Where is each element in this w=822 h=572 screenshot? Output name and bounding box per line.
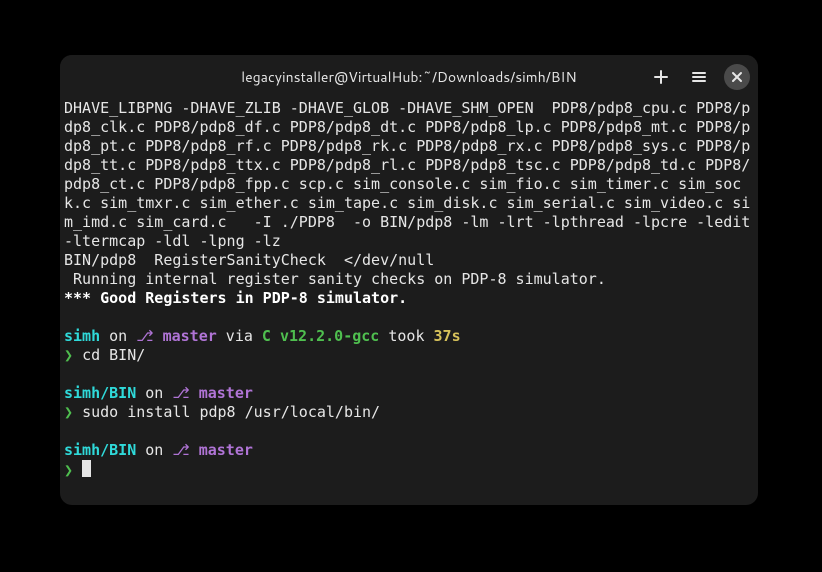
sanity-line-2: Running internal register sanity checks … bbox=[64, 270, 606, 288]
prompt1-via: via bbox=[217, 327, 262, 345]
prompt2-on: on bbox=[136, 384, 172, 402]
prompt1-dir: simh bbox=[64, 327, 100, 345]
prompt1-lang: C v12.2.0-gcc bbox=[262, 327, 379, 345]
new-tab-button[interactable] bbox=[648, 64, 674, 90]
prompt2-symbol: ❯ bbox=[64, 403, 82, 421]
prompt1-command: cd BIN/ bbox=[82, 346, 145, 364]
prompt1-time: 37s bbox=[434, 327, 461, 345]
prompt1-on: on bbox=[100, 327, 136, 345]
prompt3-symbol: ❯ bbox=[64, 461, 82, 479]
terminal-window: legacyinstaller@VirtualHub:~/Downloads/s… bbox=[60, 55, 758, 505]
prompt2-branch: master bbox=[199, 384, 253, 402]
sanity-line-1: BIN/pdp8 RegisterSanityCheck </dev/null bbox=[64, 251, 434, 269]
terminal-viewport[interactable]: DHAVE_LIBPNG -DHAVE_ZLIB -DHAVE_GLOB -DH… bbox=[60, 99, 758, 505]
prompt2-command: sudo install pdp8 /usr/local/bin/ bbox=[82, 403, 380, 421]
menu-button[interactable] bbox=[686, 64, 712, 90]
prompt3-on: on bbox=[136, 441, 172, 459]
compile-output: DHAVE_LIBPNG -DHAVE_ZLIB -DHAVE_GLOB -DH… bbox=[64, 99, 758, 250]
close-button[interactable] bbox=[724, 64, 750, 90]
prompt1-branch: master bbox=[163, 327, 217, 345]
window-controls bbox=[648, 55, 750, 99]
prompt3-dir: simh/BIN bbox=[64, 441, 136, 459]
git-branch-icon: ⎇ bbox=[172, 384, 198, 402]
cursor bbox=[82, 460, 91, 477]
titlebar: legacyinstaller@VirtualHub:~/Downloads/s… bbox=[60, 55, 758, 99]
prompt1-took: took bbox=[379, 327, 433, 345]
sanity-line-3: *** Good Registers in PDP-8 simulator. bbox=[64, 289, 407, 307]
git-branch-icon: ⎇ bbox=[172, 441, 198, 459]
prompt3-branch: master bbox=[199, 441, 253, 459]
prompt2-dir: simh/BIN bbox=[64, 384, 136, 402]
prompt1-symbol: ❯ bbox=[64, 346, 82, 364]
git-branch-icon: ⎇ bbox=[136, 327, 162, 345]
